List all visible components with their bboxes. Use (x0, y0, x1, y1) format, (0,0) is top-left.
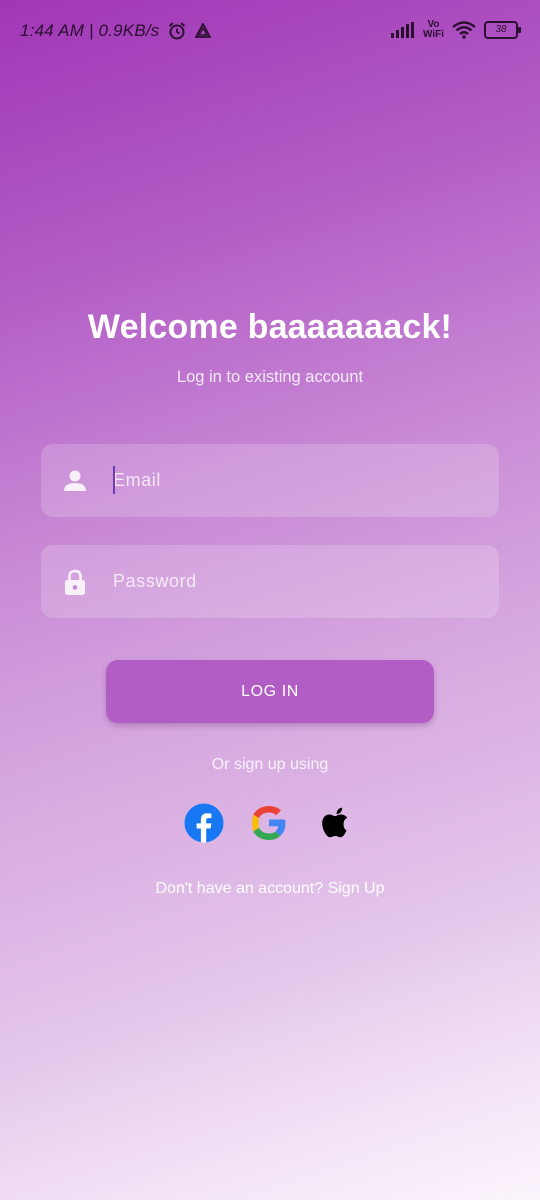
person-icon (64, 470, 86, 491)
vowifi-bottom: WiFi (422, 29, 444, 40)
google-icon[interactable] (249, 803, 289, 843)
text-caret (113, 466, 115, 494)
apple-icon[interactable] (316, 803, 356, 843)
status-right: Vo WiFi 38 (390, 20, 521, 40)
signal-icon (390, 22, 414, 38)
or-sign-up-text: Or sign up using (211, 756, 329, 773)
password-input[interactable] (113, 545, 483, 618)
facebook-icon[interactable] (184, 803, 224, 843)
sign-up-link[interactable]: Don't have an account? Sign Up (0, 880, 540, 898)
email-field[interactable] (41, 444, 499, 517)
battery-indicator: 38 (484, 21, 521, 39)
page-subtitle: Log in to existing account (176, 368, 364, 386)
status-bar: 1:44 AM | 0.9KB/s Vo WiFi 38 (0, 0, 540, 64)
lock-icon (65, 569, 85, 595)
vowifi-indicator: Vo WiFi (423, 20, 444, 40)
page-title: Welcome baaaaaaack! (87, 308, 453, 346)
status-left: 1:44 AM | 0.9KB/s (20, 21, 212, 41)
alarm-icon (169, 22, 186, 40)
wifi-icon (452, 21, 476, 39)
email-input[interactable] (113, 444, 483, 517)
password-field[interactable] (41, 545, 499, 618)
time-speed: 1:44 AM | 0.9KB/s (20, 21, 160, 40)
login-button[interactable]: LOG IN (106, 660, 434, 723)
notification-icon (195, 23, 212, 38)
